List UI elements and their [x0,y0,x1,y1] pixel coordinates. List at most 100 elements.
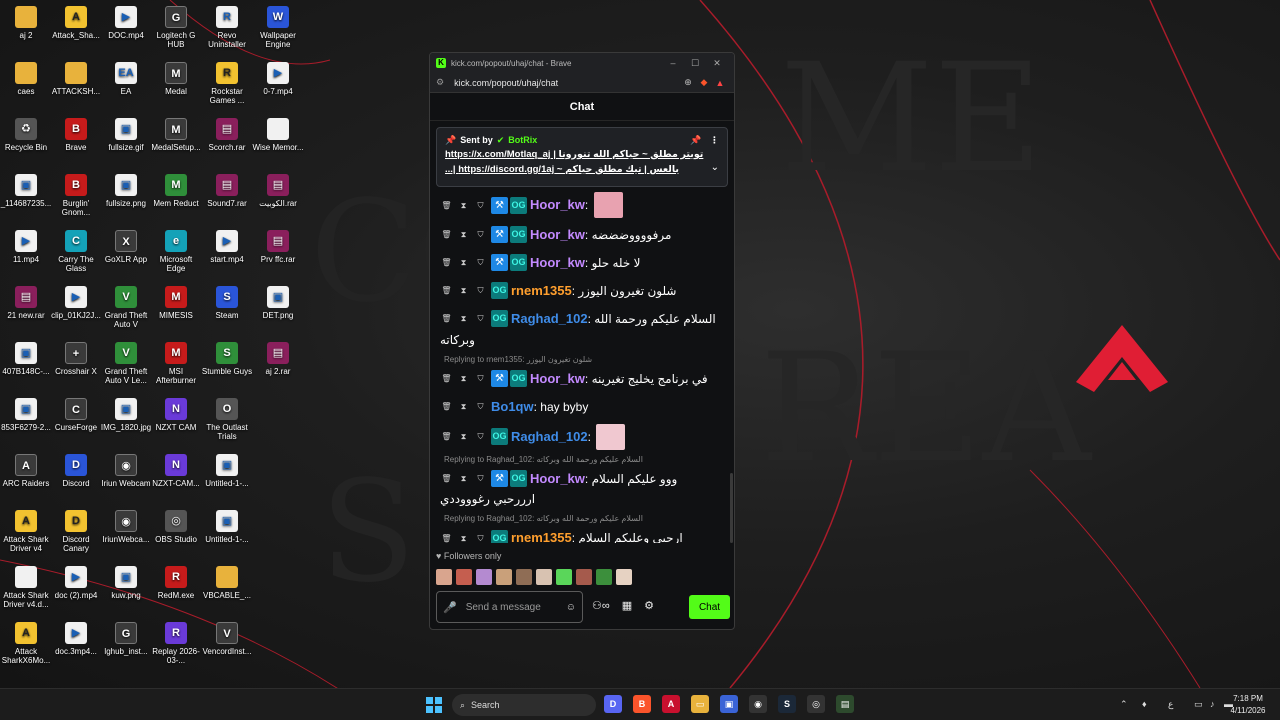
chat-username[interactable]: Hoor_kw [530,370,585,385]
desktop-icon[interactable]: ▣ 853F6279-2... [0,398,52,432]
delete-icon[interactable]: 🗑 [440,284,453,297]
emote[interactable] [436,569,452,585]
windows-start-icon[interactable] [426,697,442,713]
desktop-icon[interactable]: M MedalSetup... [150,118,202,152]
url-text[interactable]: kick.com/popout/uhaj/chat [454,78,680,88]
desktop-icon[interactable]: W Wallpaper Engine [252,6,304,49]
unpin-icon[interactable]: 📌 [682,135,710,146]
desktop-icon[interactable]: ▶ 0-7.mp4 [252,62,304,96]
pinned-text-line1[interactable]: تويتر مطلق ~ حياكم الله تنورونا | https:… [445,147,707,162]
chat-scrollbar[interactable] [730,473,733,543]
close-button[interactable]: ✕ [706,58,728,69]
chat-username[interactable]: rnem1355 [511,283,572,298]
timeout-icon[interactable]: ⧗ [457,532,470,543]
pinned-text-line2[interactable]: بالعس | تيك مطلق حياكم ~ https://discord… [445,162,707,177]
desktop-icon[interactable]: M Medal [150,62,202,96]
desktop-icon[interactable]: V Grand Theft Auto V [100,286,152,329]
chat-message[interactable]: 🗑 ⧗ ⛉ OG Raghad_102: [436,421,726,453]
emote[interactable] [596,569,612,585]
emote[interactable] [616,569,632,585]
steam-taskbar-icon[interactable]: S [778,695,796,713]
users-infinity-icon[interactable]: ⚇∞ [592,599,610,612]
terminal-taskbar-icon[interactable]: ▤ [836,695,854,713]
chat-username[interactable]: Hoor_kw [530,470,585,485]
chat-message-list[interactable]: 🗑 ⧗ ⛉ ⚒ OG Hoor_kw: 🗑 ⧗ ⛉ ⚒ OG Hoor_kw: مرفووووضضض… [436,189,726,543]
desktop-icon[interactable]: B Brave [50,118,102,152]
desktop-icon[interactable]: ▣ fullsize.gif [100,118,152,152]
delete-icon[interactable]: 🗑 [440,472,453,485]
message-input[interactable]: 🎤 Send a message ☺ [436,591,583,623]
desktop-icon[interactable]: ▣ Untitled-1-... [201,510,253,544]
chat-message[interactable]: 🗑 ⧗ ⛉ Bo1qw: hay byby [436,393,726,421]
desktop-icon[interactable]: ▶ doc (2).mp4 [50,566,102,600]
browser-window[interactable]: K kick.com/popout/uhaj/chat - Brave – ☐ … [429,52,735,630]
chat-username[interactable]: rnem1355 [511,530,572,543]
desktop-icon[interactable]: G Logitech G HUB [150,6,202,49]
file-explorer-icon[interactable]: ▭ [691,695,709,713]
brave-taskbar-icon[interactable]: B [633,695,651,713]
emote[interactable] [536,569,552,585]
emote[interactable] [556,569,572,585]
chat-username[interactable]: Hoor_kw [530,255,585,270]
timeout-icon[interactable]: ⧗ [457,472,470,485]
timeout-icon[interactable]: ⧗ [457,256,470,269]
store-icon[interactable]: ▦ [622,599,632,612]
chat-message[interactable]: 🗑 ⧗ ⛉ ⚒ OG Hoor_kw: لا خله حلو [436,249,726,277]
desktop-icon[interactable]: C CurseForge [50,398,102,432]
desktop-icon[interactable]: R Rockstar Games ... [201,62,253,105]
input-language[interactable]: ع [1168,699,1173,710]
chevron-up-icon[interactable]: ⌃ [1120,699,1128,710]
browser-titlebar[interactable]: K kick.com/popout/uhaj/chat - Brave – ☐ … [430,53,734,73]
emote-strip[interactable] [436,569,636,585]
desktop-icon[interactable]: ▣ 407B148C-... [0,342,52,376]
desktop-icon[interactable]: ▤ Scorch.rar [201,118,253,152]
address-bar[interactable]: ⚙ kick.com/popout/uhaj/chat ⊕ ◆ ▲ [430,73,734,93]
desktop-icon[interactable]: ▶ DOC.mp4 [100,6,152,40]
chevron-down-icon[interactable]: ⌄ [711,162,719,173]
pinned-sender[interactable]: BotRix [508,135,537,145]
ban-icon[interactable]: ⛉ [474,228,487,241]
chat-message[interactable]: 🗑 ⧗ ⛉ OG rnem1355: ارحبي وعليكم السلام [436,524,726,543]
delete-icon[interactable]: 🗑 [440,256,453,269]
emote[interactable] [516,569,532,585]
desktop-icon[interactable]: ▶ doc.3mp4... [50,622,102,656]
desktop-icon[interactable]: ♻ Recycle Bin [0,118,52,152]
ban-icon[interactable]: ⛉ [474,532,487,543]
emote[interactable] [496,569,512,585]
desktop-icon[interactable]: ▤ Sound7.rar [201,174,253,208]
chat-message[interactable]: 🗑 ⧗ ⛉ ⚒ OG Hoor_kw: ووو عليكم السلام ارررحبي … [436,465,726,513]
desktop-icon[interactable]: A Attack SharkX6Mo... [0,622,52,665]
desktop-icon[interactable]: + Crosshair X [50,342,102,376]
desktop-icon[interactable]: D Discord [50,454,102,488]
delete-icon[interactable]: 🗑 [440,199,453,212]
desktop-icon[interactable]: ATTACKSH... [50,62,102,96]
desktop-icon[interactable]: ▣ IMG_1820.jpg [100,398,152,432]
desktop-icon[interactable]: ▣ _114687235... [0,174,52,208]
reply-context[interactable]: Replying to Raghad_102: السلام عليكم ورح… [436,453,726,465]
desktop-icon[interactable]: M MIMESIS [150,286,202,320]
iriun-taskbar-icon[interactable]: ◉ [749,695,767,713]
delete-icon[interactable]: 🗑 [440,430,453,443]
desktop-icon[interactable]: M Mem Reduct [150,174,202,208]
chat-message[interactable]: 🗑 ⧗ ⛉ OG rnem1355: شلون تغيرون اليوزر [436,277,726,305]
taskbar-search[interactable]: ⌕ Search [452,694,596,716]
desktop-icon[interactable]: ▤ aj 2.rar [252,342,304,376]
desktop-icon[interactable]: Wise Memor... [252,118,304,152]
ban-icon[interactable]: ⛉ [474,284,487,297]
timeout-icon[interactable]: ⧗ [457,400,470,413]
ban-icon[interactable]: ⛉ [474,256,487,269]
timeout-icon[interactable]: ⧗ [457,312,470,325]
delete-icon[interactable]: 🗑 [440,400,453,413]
desktop-icon[interactable]: ▣ Untitled-1-... [201,454,253,488]
ban-icon[interactable]: ⛉ [474,372,487,385]
desktop-icon[interactable]: aj 2 [0,6,52,40]
desktop-icon[interactable]: C Carry The Glass [50,230,102,273]
desktop-app-icon[interactable]: ▣ [720,695,738,713]
timeout-icon[interactable]: ⧗ [457,228,470,241]
discord-taskbar-icon[interactable]: D [604,695,622,713]
desktop-icon[interactable]: ▶ clip_01KJ2J... [50,286,102,320]
desktop-icon[interactable]: A ARC Raiders [0,454,52,488]
reply-context[interactable]: Replying to rnem1355: شلون تغيرون اليوزر [436,353,726,365]
volume-icon[interactable]: ♪ [1210,699,1215,709]
pinned-message[interactable]: 📌 Sent by ✔ BotRix 📌 ⋮ تويتر مطلق ~ حياك… [436,127,728,187]
